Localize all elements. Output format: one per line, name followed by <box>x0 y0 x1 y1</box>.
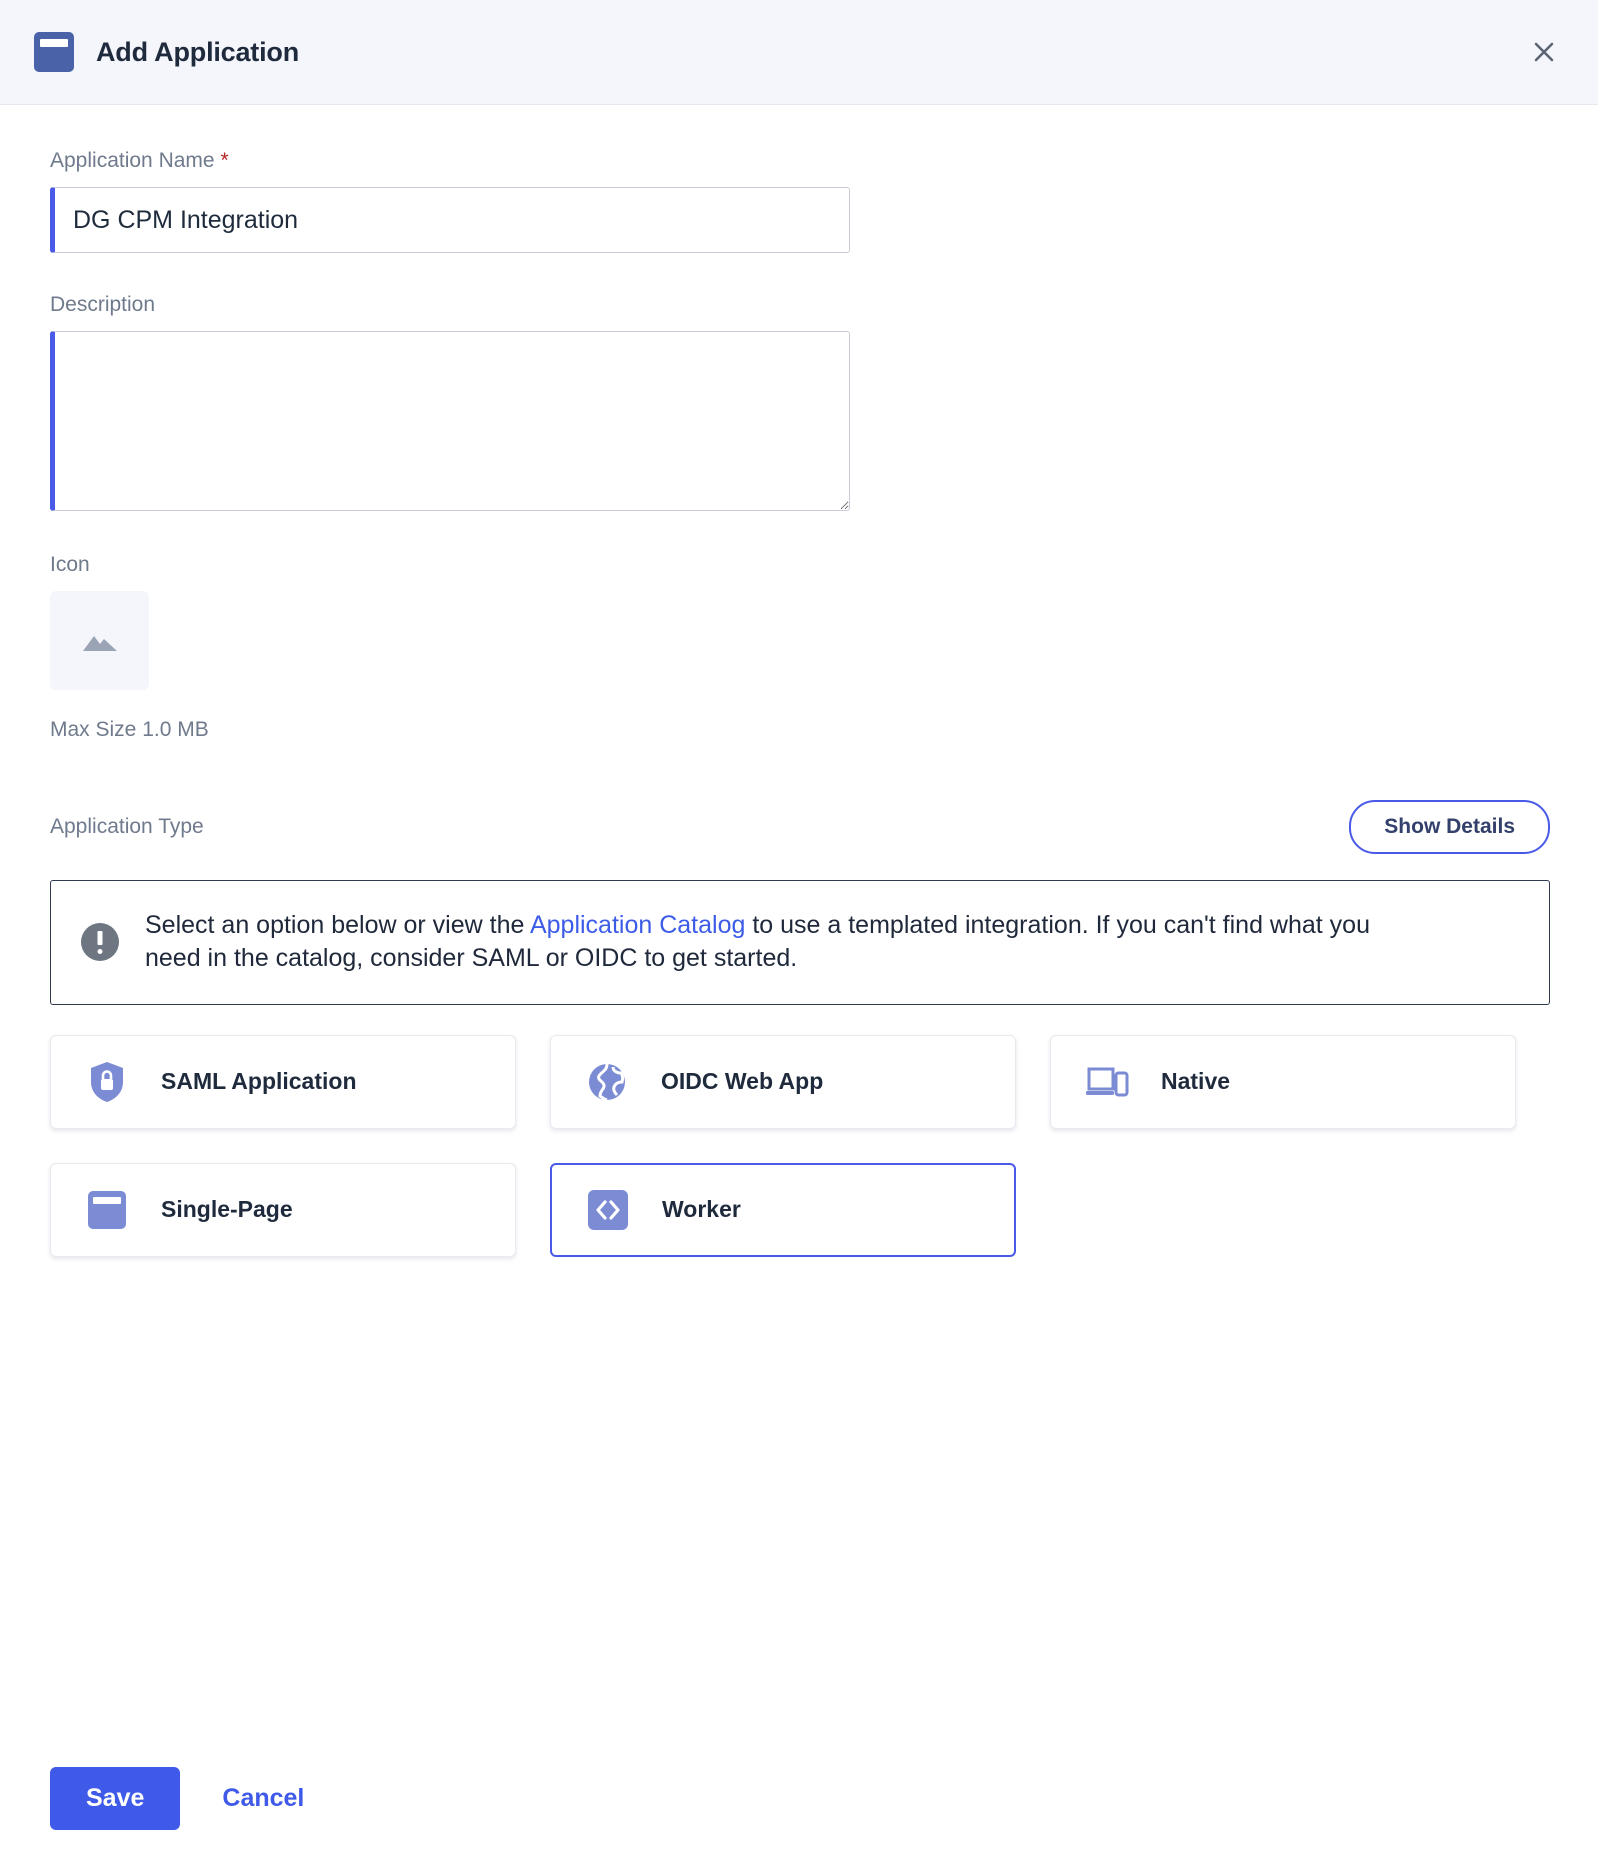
modal-header: Add Application <box>0 0 1598 105</box>
application-type-card-grid: SAML Application OIDC Web App Native Sin… <box>50 1034 1550 1257</box>
max-size-text: Max Size 1.0 MB <box>50 718 209 741</box>
type-card-label: SAML Application <box>161 1068 357 1094</box>
type-card-label: Worker <box>662 1196 741 1222</box>
description-field-block: Description <box>50 293 1548 511</box>
modal-body: Application Name * Description Icon Max … <box>0 105 1598 1257</box>
code-brackets-icon <box>586 1188 630 1232</box>
info-text-before-link: Select an option below or view the <box>145 911 530 939</box>
type-card-native[interactable]: Native <box>1050 1034 1516 1129</box>
application-name-field-block: Application Name * <box>50 149 1548 253</box>
type-card-label: Single-Page <box>161 1196 293 1222</box>
icon-field-block: Icon Max Size 1.0 MB <box>50 553 1548 742</box>
type-card-saml-application[interactable]: SAML Application <box>50 1034 516 1129</box>
header-left-group: Add Application <box>34 32 299 72</box>
application-name-label-text: Application Name <box>50 149 215 172</box>
application-catalog-link[interactable]: Application Catalog <box>530 911 745 939</box>
info-banner-text: Select an option below or view the Appli… <box>145 909 1415 976</box>
application-type-label: Application Type <box>50 815 204 838</box>
close-icon <box>1534 42 1554 62</box>
type-card-single-page[interactable]: Single-Page <box>50 1162 516 1257</box>
application-name-label: Application Name * <box>50 149 1548 173</box>
description-label: Description <box>50 293 156 316</box>
info-banner: Select an option below or view the Appli… <box>50 880 1550 1005</box>
description-textarea[interactable] <box>50 331 850 511</box>
browser-window-icon <box>85 1188 129 1232</box>
shield-lock-icon <box>85 1060 129 1104</box>
show-details-button[interactable]: Show Details <box>1349 800 1550 854</box>
info-exclamation-icon <box>81 923 119 962</box>
close-button[interactable] <box>1524 32 1564 72</box>
required-asterisk: * <box>220 149 229 172</box>
laptop-phone-icon <box>1085 1060 1129 1104</box>
cancel-button[interactable]: Cancel <box>212 1776 314 1821</box>
browser-window-icon <box>34 32 74 72</box>
application-name-input[interactable] <box>50 187 850 253</box>
modal-footer: Save Cancel <box>0 1767 1598 1876</box>
type-card-worker[interactable]: Worker <box>550 1162 1016 1257</box>
type-card-label: OIDC Web App <box>661 1068 824 1094</box>
icon-upload-dropzone[interactable] <box>50 591 149 690</box>
type-card-oidc-web-app[interactable]: OIDC Web App <box>550 1034 1016 1129</box>
globe-icon <box>585 1060 629 1104</box>
page-title: Add Application <box>96 36 299 67</box>
save-button[interactable]: Save <box>50 1767 181 1830</box>
type-card-label: Native <box>1161 1068 1231 1094</box>
image-placeholder-icon <box>82 635 117 651</box>
application-type-header-row: Application Type Show Details <box>50 800 1550 854</box>
icon-label: Icon <box>50 553 90 576</box>
